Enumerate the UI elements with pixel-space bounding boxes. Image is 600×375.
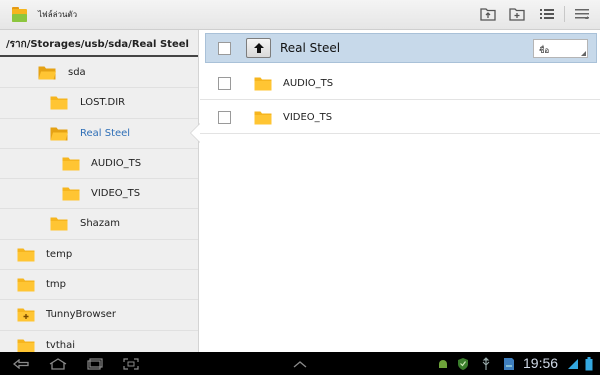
file-name: AUDIO_TS — [283, 78, 334, 89]
breadcrumb: /ราก/Storages/usb/sda/Real Steel — [0, 30, 198, 57]
folder-plus-icon — [509, 8, 525, 21]
tree-item-label: temp — [46, 248, 73, 260]
folder-icon — [17, 277, 35, 296]
folder-app-icon[interactable] — [11, 5, 28, 23]
tree-item-label: tvthai — [46, 339, 76, 351]
selection-pointer — [191, 124, 200, 142]
system-bar: 19:56 — [0, 352, 600, 375]
sort-dropdown[interactable]: ชื่อ — [533, 39, 588, 58]
tree-item-label: VIDEO_TS — [91, 188, 141, 200]
open-folder-icon — [50, 126, 68, 145]
sd-card-icon — [502, 356, 516, 371]
list-icon — [540, 9, 554, 19]
clock: 19:56 — [523, 355, 559, 371]
new-folder-button[interactable] — [505, 3, 529, 25]
list-view-button[interactable] — [535, 3, 559, 25]
chevron-up-icon[interactable] — [292, 356, 308, 371]
path-text: /ราก/Storages/usb/sda/Real Steel — [6, 39, 189, 50]
tree-item-label: TunnyBrowser — [46, 309, 117, 321]
tree-item-audio-ts[interactable]: AUDIO_TS — [0, 149, 198, 180]
wifi-icon — [567, 356, 579, 371]
folder-icon — [62, 186, 80, 205]
tree-item-label: sda — [68, 67, 86, 78]
tree-item-lost-dir[interactable]: LOST.DIR — [0, 88, 198, 119]
folder-icon — [50, 216, 68, 235]
row-checkbox[interactable] — [218, 77, 231, 90]
tree-item-tunnybrowser[interactable]: TunnyBrowser — [0, 300, 198, 331]
app-title: ไฟล์ล่วนตัว — [38, 10, 78, 19]
folder-icon — [254, 76, 272, 95]
current-folder-header: Real Steel ชื่อ — [205, 33, 597, 63]
folder-icon — [17, 338, 35, 352]
tree-item-tmp[interactable]: tmp — [0, 270, 198, 301]
select-all-checkbox[interactable] — [218, 42, 231, 55]
tree-item-label: Real Steel — [80, 127, 131, 139]
android-debug-icon — [436, 356, 450, 371]
folder-icon — [17, 247, 35, 266]
special-folder-icon — [17, 307, 35, 326]
row-checkbox[interactable] — [218, 111, 231, 124]
folder-icon — [50, 95, 68, 114]
tree-item-label: tmp — [46, 279, 67, 291]
arrow-up-icon — [253, 43, 264, 53]
battery-icon — [584, 356, 594, 371]
folder-icon — [62, 156, 80, 175]
file-name: VIDEO_TS — [283, 112, 333, 123]
action-bar: ไฟล์ล่วนตัว — [0, 0, 600, 30]
recent-apps-icon[interactable] — [86, 356, 104, 371]
overflow-menu-button[interactable] — [570, 3, 594, 25]
tree-item-label: LOST.DIR — [80, 97, 126, 109]
menu-icon — [575, 9, 589, 19]
tree-item-real-steel[interactable]: Real Steel — [0, 119, 198, 149]
folder-tree-pane: /ราก/Storages/usb/sda/Real Steel sda LOS… — [0, 30, 199, 352]
back-icon[interactable] — [12, 356, 30, 371]
action-bar-divider — [564, 6, 565, 22]
folder-bookmark-button[interactable] — [476, 3, 500, 25]
shield-icon — [456, 356, 470, 371]
tree-item-video-ts[interactable]: VIDEO_TS — [0, 179, 198, 210]
sort-label: ชื่อ — [539, 46, 550, 55]
folder-icon — [254, 110, 272, 129]
tree-item-tvthai[interactable]: tvthai — [0, 331, 198, 352]
folder-tree: sda LOST.DIR Real Steel AUDIO_TS VIDEO_T… — [0, 58, 198, 352]
home-icon[interactable] — [48, 356, 68, 371]
tree-item-label: Shazam — [80, 218, 120, 230]
current-folder-title: Real Steel — [280, 41, 341, 55]
open-folder-icon — [38, 65, 56, 84]
screenshot-icon[interactable] — [122, 356, 140, 371]
file-row-video-ts[interactable]: VIDEO_TS — [200, 100, 600, 134]
file-row-audio-ts[interactable]: AUDIO_TS — [200, 66, 600, 100]
tree-item-temp[interactable]: temp — [0, 240, 198, 271]
usb-icon — [480, 356, 492, 371]
tree-item-label: AUDIO_TS — [91, 157, 142, 169]
dropdown-corner-icon — [581, 51, 586, 56]
up-folder-button[interactable] — [246, 38, 271, 58]
tree-item-shazam[interactable]: Shazam — [0, 209, 198, 240]
tree-item-sda[interactable]: sda — [0, 58, 198, 89]
folder-up-icon — [480, 8, 496, 21]
file-list-pane: Real Steel ชื่อ AUDIO_TS VIDEO_TS — [200, 30, 600, 352]
